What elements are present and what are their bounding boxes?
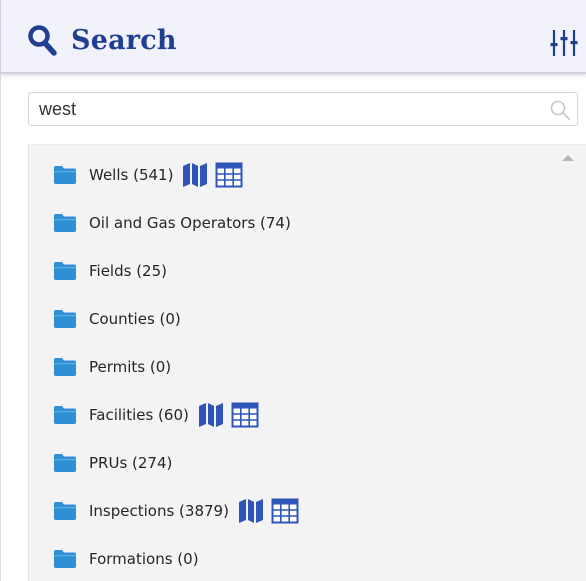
- scrollbar[interactable]: [550, 145, 586, 581]
- search-panel: Search west Wells (541) Oil and Gas Oper…: [0, 0, 586, 581]
- result-item-formations[interactable]: Formations (0): [53, 543, 199, 575]
- result-item-label: Facilities (60): [89, 406, 189, 424]
- folder-icon: [54, 358, 76, 376]
- result-item-label: Wells (541): [89, 166, 174, 184]
- result-item-counties[interactable]: Counties (0): [53, 303, 181, 335]
- result-item-inspections[interactable]: Inspections (3879): [53, 495, 299, 527]
- folder-icon: [54, 502, 76, 520]
- header-title-group: Search: [27, 22, 177, 58]
- table-icon[interactable]: [215, 162, 243, 188]
- result-item-label: Oil and Gas Operators (74): [89, 214, 291, 232]
- result-item-fields[interactable]: Fields (25): [53, 255, 167, 287]
- result-item-label: Formations (0): [89, 550, 199, 568]
- result-item-oil-and-gas-operators[interactable]: Oil and Gas Operators (74): [53, 207, 291, 239]
- filter-settings-button[interactable]: [549, 28, 579, 58]
- result-item-label: Counties (0): [89, 310, 181, 328]
- map-icon[interactable]: [181, 162, 209, 188]
- search-field[interactable]: [28, 92, 578, 126]
- result-item-wells[interactable]: Wells (541): [53, 159, 243, 191]
- result-item-label: PRUs (274): [89, 454, 173, 472]
- folder-icon: [54, 214, 76, 232]
- result-item-permits[interactable]: Permits (0): [53, 351, 171, 383]
- sliders-icon: [550, 30, 578, 56]
- result-item-label: Permits (0): [89, 358, 172, 376]
- search-icon: [28, 25, 57, 56]
- result-item-label: Inspections (3879): [89, 502, 229, 520]
- folder-icon: [54, 262, 76, 280]
- result-item-label: Fields (25): [89, 262, 167, 280]
- folder-icon: [54, 454, 76, 472]
- folder-icon: [54, 166, 76, 184]
- folder-icon: [54, 550, 76, 568]
- search-header: Search: [1, 0, 586, 74]
- map-icon[interactable]: [237, 498, 265, 524]
- folder-icon: [54, 310, 76, 328]
- result-item-prus[interactable]: PRUs (274): [53, 447, 172, 479]
- panel-title: Search: [71, 24, 177, 56]
- search-icon[interactable]: [549, 99, 571, 121]
- search-input[interactable]: [29, 93, 539, 125]
- table-icon[interactable]: [271, 498, 299, 524]
- table-icon[interactable]: [231, 402, 259, 428]
- result-item-facilities[interactable]: Facilities (60): [53, 399, 259, 431]
- map-icon[interactable]: [197, 402, 225, 428]
- scroll-up-arrow-icon[interactable]: [562, 155, 574, 161]
- folder-icon: [54, 406, 76, 424]
- results-list[interactable]: Wells (541) Oil and Gas Operators (74) F…: [28, 144, 586, 581]
